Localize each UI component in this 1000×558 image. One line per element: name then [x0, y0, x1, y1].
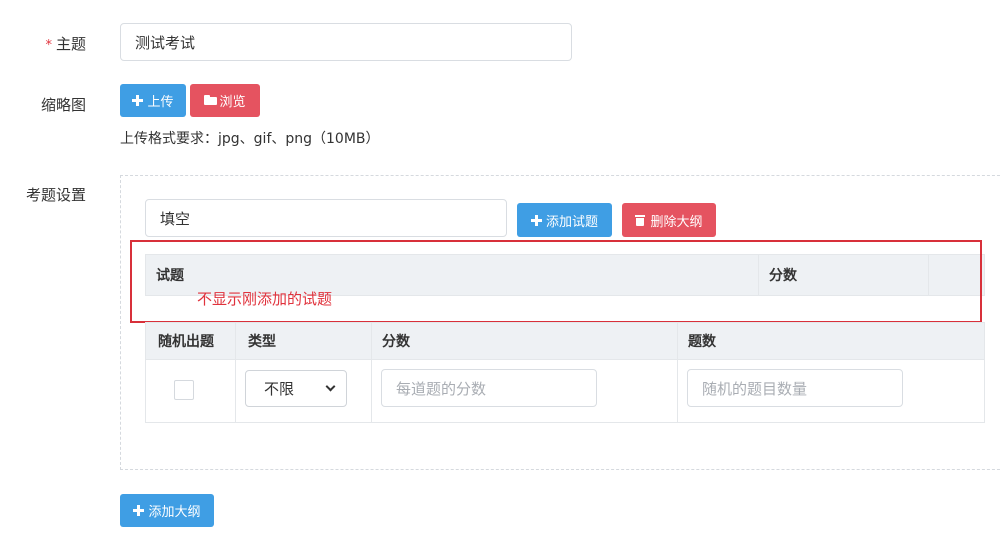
table-row: 不限 每道题的分数 随机的题目数量	[146, 360, 984, 423]
required-mark: *	[45, 38, 52, 53]
upload-format-hint: 上传格式要求：jpg、gif、png（10MB）	[120, 131, 380, 147]
annotation-note: 不显示刚添加的试题	[197, 290, 333, 308]
random-cell	[146, 360, 236, 423]
question-settings-label: 考题设置	[25, 186, 86, 204]
delete-outline-button[interactable]: 删除大纲	[622, 203, 716, 237]
subject-label: * 主题	[45, 35, 86, 53]
upload-button[interactable]: 上传	[120, 84, 186, 117]
random-checkbox[interactable]	[174, 380, 194, 400]
random-questions-table: 随机出题 类型 分数 题数 不限 每道题的分数 随机的题目数量	[145, 322, 985, 423]
header-random: 随机出题	[146, 323, 236, 359]
score-per-question-input[interactable]: 每道题的分数	[381, 369, 597, 407]
chevron-down-icon	[325, 381, 336, 392]
plus-icon	[530, 214, 542, 226]
header-type: 类型	[236, 323, 372, 359]
subject-input[interactable]: 测试考试	[120, 23, 572, 61]
plus-icon	[133, 505, 145, 516]
browse-button[interactable]: 浏览	[190, 84, 260, 117]
folder-open-icon	[204, 95, 218, 106]
score-cell: 每道题的分数	[372, 360, 678, 423]
type-cell: 不限	[236, 360, 372, 423]
random-count-input[interactable]: 随机的题目数量	[687, 369, 903, 407]
header-count: 题数	[688, 334, 716, 350]
header-score: 分数	[372, 323, 678, 359]
plus-icon	[132, 95, 144, 106]
count-cell: 随机的题目数量	[678, 360, 984, 423]
table-header: 随机出题 类型 分数 题数	[146, 323, 984, 360]
add-question-button[interactable]: 添加试题	[517, 203, 612, 237]
add-outline-button[interactable]: 添加大纲	[120, 494, 214, 527]
trash-icon	[635, 214, 646, 226]
type-select[interactable]: 不限	[245, 370, 347, 407]
thumbnail-label: 缩略图	[40, 96, 86, 114]
outline-name-input[interactable]: 填空	[145, 199, 507, 237]
annotation-highlight-box	[130, 240, 982, 323]
